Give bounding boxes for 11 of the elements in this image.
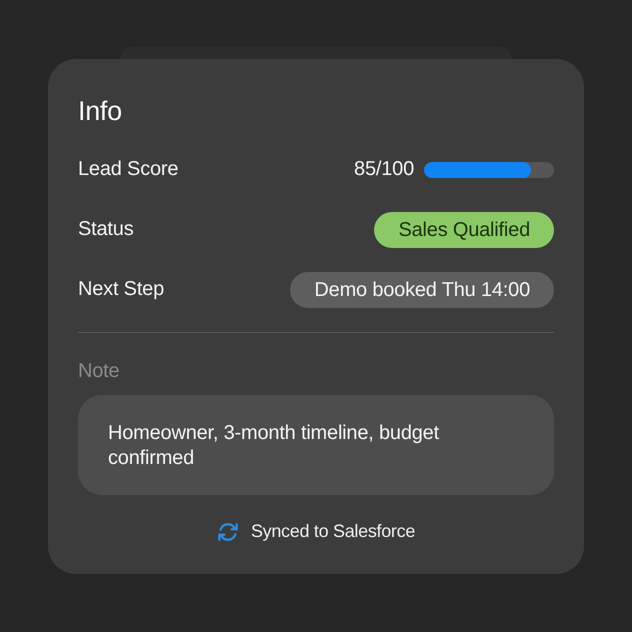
- next-step-pill: Demo booked Thu 14:00: [290, 272, 554, 308]
- note-text: Homeowner, 3-month timeline, budget confirmed: [108, 420, 440, 470]
- status-pill: Sales Qualified: [374, 212, 554, 248]
- card-title: Info: [78, 96, 122, 126]
- note-label: Note: [78, 358, 120, 382]
- field-label: Status: [78, 218, 134, 241]
- field-label: Next Step: [78, 278, 164, 301]
- sync-icon: [216, 520, 239, 542]
- score-reading: 85/100: [354, 158, 414, 181]
- field-label: Lead Score: [78, 158, 178, 181]
- sync-status-text: Synced to Salesforce: [250, 521, 416, 542]
